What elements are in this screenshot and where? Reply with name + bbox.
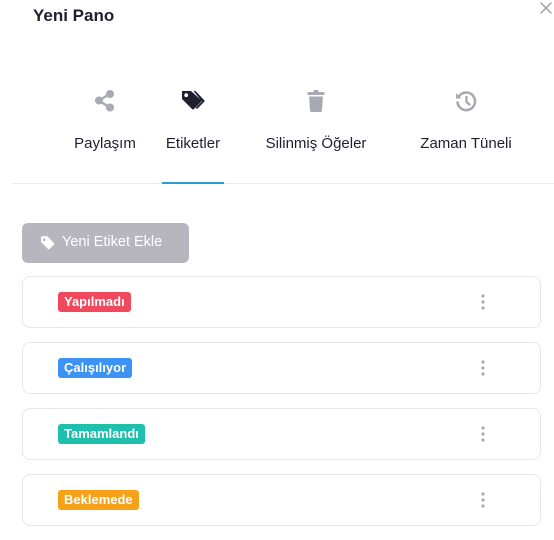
kebab-menu-icon — [481, 294, 485, 310]
kebab-menu-icon — [481, 492, 485, 508]
close-button[interactable] — [538, 0, 554, 16]
tab-label: Etiketler — [165, 135, 221, 152]
close-icon — [540, 2, 552, 14]
tag-row: Yapılmadı — [22, 276, 541, 328]
tab-deleted-items[interactable]: Silinmiş Öğeler — [252, 85, 380, 183]
tab-bar: Paylaşım Etiketler Silinmiş Öğeler Zaman… — [12, 85, 554, 184]
tags-icon — [180, 88, 206, 114]
tab-timeline[interactable]: Zaman Tüneli — [402, 85, 530, 183]
kebab-menu-icon — [481, 360, 485, 376]
history-icon — [453, 88, 479, 114]
share-icon — [92, 88, 118, 114]
tag-icon — [40, 235, 56, 251]
tag-row: Tamamlandı — [22, 408, 541, 460]
tab-share[interactable]: Paylaşım — [52, 85, 158, 183]
tag-row: Çalışılıyor — [22, 342, 541, 394]
more-options-button[interactable] — [475, 356, 491, 380]
tag-badge: Çalışılıyor — [58, 358, 133, 378]
modal-title: Yeni Pano — [33, 6, 115, 25]
tag-row: Beklemede — [22, 474, 541, 526]
tab-label: Silinmiş Öğeler — [265, 135, 367, 152]
tag-badge: Tamamlandı — [58, 424, 145, 444]
active-tab-indicator — [162, 182, 224, 184]
tab-label: Paylaşım — [74, 135, 136, 152]
tag-badge: Yapılmadı — [58, 292, 131, 312]
more-options-button[interactable] — [475, 290, 491, 314]
more-options-button[interactable] — [475, 422, 491, 446]
trash-icon — [303, 88, 329, 114]
tab-label: Zaman Tüneli — [420, 135, 512, 152]
tab-tags[interactable]: Etiketler — [159, 85, 227, 184]
tag-list: Yapılmadı Çalışılıyor Tamamlandı Bekleme… — [22, 276, 541, 540]
more-options-button[interactable] — [475, 488, 491, 512]
kebab-menu-icon — [481, 426, 485, 442]
tag-badge: Beklemede — [58, 490, 139, 510]
add-tag-button[interactable]: Yeni Etiket Ekle — [22, 223, 189, 263]
add-tag-label: Yeni Etiket Ekle — [62, 234, 163, 250]
